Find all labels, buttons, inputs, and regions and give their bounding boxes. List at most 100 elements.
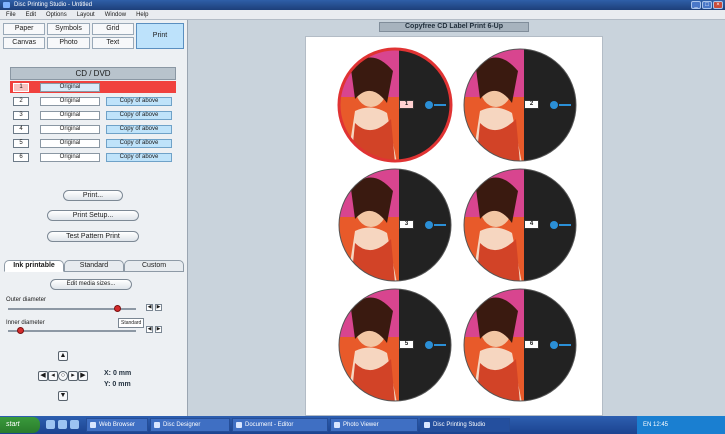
tab-canvas[interactable]: Canvas xyxy=(3,37,46,49)
test-pattern-button[interactable]: Test Pattern Print xyxy=(47,231,139,242)
window-controls: _ □ × xyxy=(691,1,723,9)
disc-row-number[interactable]: 2 xyxy=(13,96,29,106)
menu-window[interactable]: Window xyxy=(105,10,126,19)
disc-row-number[interactable]: 4 xyxy=(13,124,29,134)
move-up-icon[interactable]: ▲ xyxy=(58,351,68,361)
disc-row-copy[interactable]: Copy of above xyxy=(106,124,172,134)
quicklaunch-media-icon[interactable] xyxy=(70,420,79,429)
inner-diameter-slider[interactable] xyxy=(8,330,136,332)
disc-row-number[interactable]: 5 xyxy=(13,138,29,148)
minimize-icon[interactable]: _ xyxy=(691,1,701,9)
print-button[interactable]: Print... xyxy=(63,190,123,201)
taskbar: start Web Browser Disc Designer Document… xyxy=(0,416,725,434)
move-right-icon[interactable]: ▸ xyxy=(68,371,78,381)
disc-label-2[interactable]: 2 xyxy=(462,47,578,163)
disc-row-original[interactable]: Original xyxy=(40,124,100,134)
disc-number-badge: 1 xyxy=(399,100,414,109)
edit-media-sizes-button[interactable]: Edit media sizes... xyxy=(50,279,132,290)
tab-grid[interactable]: Grid xyxy=(91,23,134,35)
inner-diameter-knob[interactable] xyxy=(16,327,24,334)
disc-row-original[interactable]: Original xyxy=(40,138,100,148)
tab-paper[interactable]: Paper xyxy=(3,23,46,35)
disc-row[interactable]: 6 Original Copy of above xyxy=(10,151,176,163)
quicklaunch-desktop-icon[interactable] xyxy=(46,420,55,429)
move-down-icon[interactable]: ▼ xyxy=(58,391,68,401)
window-title: Disc Printing Studio - Untitled xyxy=(14,2,93,8)
menu-bar: File Edit Options Layout Window Help xyxy=(0,10,725,20)
disc-row-number[interactable]: 3 xyxy=(13,110,29,120)
taskbar-item[interactable]: Disc Designer xyxy=(150,418,230,432)
tab-photo[interactable]: Photo xyxy=(47,37,90,49)
disc-number-badge: 4 xyxy=(524,220,539,229)
outer-spin-up[interactable]: ▶ xyxy=(155,304,162,311)
disc-number-badge: 2 xyxy=(524,100,539,109)
cd-dvd-header: CD / DVD xyxy=(10,67,176,80)
disc-row-original[interactable]: Original xyxy=(40,82,100,92)
start-button[interactable]: start xyxy=(0,417,40,433)
close-icon[interactable]: × xyxy=(713,1,723,9)
inner-spin-down[interactable]: ◀ xyxy=(146,326,153,333)
inner-spin-up[interactable]: ▶ xyxy=(155,326,162,333)
disc-row-copy[interactable]: Copy of above xyxy=(106,138,172,148)
disc-label-4[interactable]: 4 xyxy=(462,167,578,283)
disc-row[interactable]: 3 Original Copy of above xyxy=(10,109,176,121)
disc-rows: 1 Original 2 Original Copy of above 3 Or… xyxy=(10,81,176,165)
tool-tabs: Paper Symbols Grid Canvas Photo Text xyxy=(3,23,134,49)
disc-label-3[interactable]: 3 xyxy=(337,167,453,283)
disc-row-original[interactable]: Original xyxy=(40,96,100,106)
outer-diameter-label: Outer diameter xyxy=(6,297,47,303)
menu-layout[interactable]: Layout xyxy=(77,10,95,19)
taskbar-item[interactable]: Document - Editor xyxy=(232,418,328,432)
x-coordinate: X: 0 mm xyxy=(104,370,132,377)
outer-spin-down[interactable]: ◀ xyxy=(146,304,153,311)
tab-standard[interactable]: Standard xyxy=(64,260,124,272)
menu-file[interactable]: File xyxy=(6,10,16,19)
disc-label-6[interactable]: 6 xyxy=(462,287,578,403)
disc-artwork xyxy=(463,48,577,162)
taskbar-item[interactable]: Photo Viewer xyxy=(330,418,418,432)
quicklaunch-browser-icon[interactable] xyxy=(58,420,67,429)
disc-row[interactable]: 4 Original Copy of above xyxy=(10,123,176,135)
disc-row-number[interactable]: 6 xyxy=(13,152,29,162)
menu-options[interactable]: Options xyxy=(46,10,67,19)
left-panel: Paper Symbols Grid Canvas Photo Text Pri… xyxy=(0,20,188,416)
disc-label-1[interactable]: 1 xyxy=(337,47,453,163)
menu-edit[interactable]: Edit xyxy=(26,10,36,19)
print-setup-button[interactable]: Print Setup... xyxy=(47,210,139,221)
tab-ink-printable[interactable]: Ink printable xyxy=(4,260,64,272)
move-far-right-icon[interactable]: ▶ xyxy=(78,371,88,381)
disc-artwork xyxy=(337,47,453,163)
maximize-icon[interactable]: □ xyxy=(702,1,712,9)
disc-row-copy[interactable]: Copy of above xyxy=(106,110,172,120)
disc-row-copy[interactable]: Copy of above xyxy=(106,96,172,106)
disc-row-selected[interactable]: 1 Original xyxy=(10,81,176,93)
taskbar-item-active[interactable]: Disc Printing Studio xyxy=(420,418,510,432)
print-sheet: 1 2 3 4 5 6 xyxy=(305,36,603,416)
disc-label-5[interactable]: 5 xyxy=(337,287,453,403)
tab-custom[interactable]: Custom xyxy=(124,260,184,272)
menu-help[interactable]: Help xyxy=(136,10,148,19)
disc-row-number[interactable]: 1 xyxy=(13,82,29,92)
center-icon[interactable]: ○ xyxy=(58,371,68,381)
disc-artwork xyxy=(338,168,452,282)
disc-row-original[interactable]: Original xyxy=(40,152,100,162)
outer-diameter-knob[interactable] xyxy=(114,305,122,312)
disc-row-original[interactable]: Original xyxy=(40,110,100,120)
canvas-title: Copyfree CD Label Print 6-Up xyxy=(379,22,529,32)
tab-print[interactable]: Print xyxy=(136,23,184,49)
taskbar-item[interactable]: Web Browser xyxy=(86,418,148,432)
disc-artwork xyxy=(463,288,577,402)
move-far-left-icon[interactable]: ◀ xyxy=(38,371,48,381)
tab-text[interactable]: Text xyxy=(91,37,134,49)
system-tray: EN 12:45 xyxy=(637,416,725,434)
disc-row[interactable]: 2 Original Copy of above xyxy=(10,95,176,107)
tab-symbols[interactable]: Symbols xyxy=(47,23,90,35)
y-coordinate: Y: 0 mm xyxy=(104,381,131,388)
disc-artwork xyxy=(338,288,452,402)
inner-diameter-flag[interactable]: Standard xyxy=(118,318,145,328)
disc-row-copy[interactable]: Copy of above xyxy=(106,152,172,162)
disc-artwork xyxy=(463,168,577,282)
move-left-icon[interactable]: ◂ xyxy=(48,371,58,381)
disc-number-badge: 6 xyxy=(524,340,539,349)
disc-row[interactable]: 5 Original Copy of above xyxy=(10,137,176,149)
